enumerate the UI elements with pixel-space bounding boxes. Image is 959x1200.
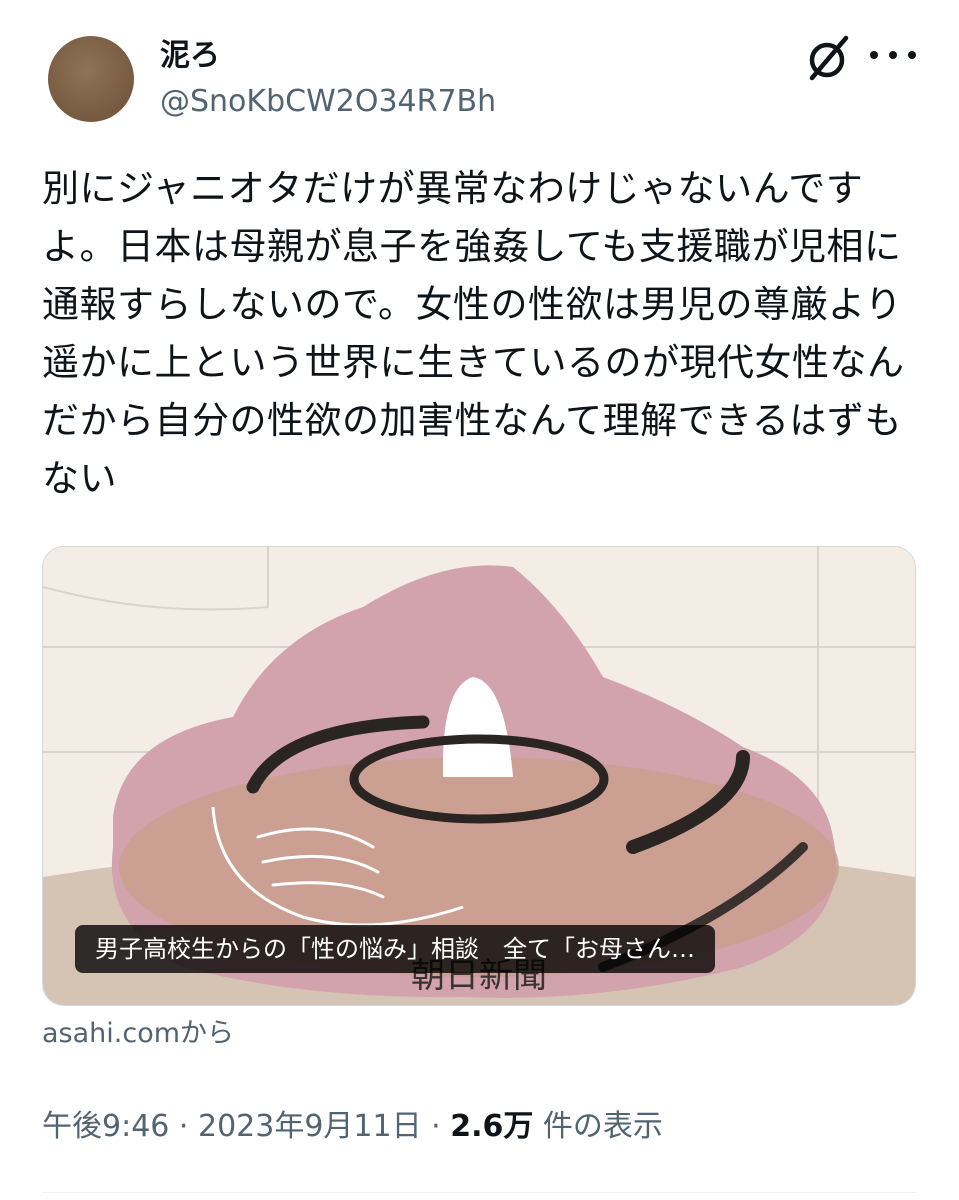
divider (42, 1192, 917, 1193)
dot-icon (889, 51, 897, 59)
display-name[interactable]: 泥ろ (160, 36, 220, 76)
user-handle[interactable]: @SnoKbCW2O34R7Bh (160, 82, 496, 122)
more-icon[interactable] (870, 40, 916, 70)
post-date[interactable]: 2023年9月11日 (198, 1109, 422, 1144)
dot-icon (870, 51, 878, 59)
tweet-text: 別にジャニオタだけが異常なわけじゃないんですよ。日本は母親が息子を強姦しても支援… (42, 167, 905, 500)
card-source-link[interactable]: asahi.comから (42, 1014, 234, 1054)
tweet-meta: 午後9:46 · 2023年9月11日 · 2.6万 件の表示 (42, 1105, 663, 1149)
post-time[interactable]: 午後9:46 (42, 1109, 169, 1144)
avatar[interactable] (48, 36, 134, 122)
dot-icon (908, 51, 916, 59)
grok-icon[interactable] (800, 30, 856, 86)
separator: · (169, 1109, 198, 1144)
card-caption: 男子高校生からの「性の悩み」相談 全て「お母さん… (75, 925, 715, 973)
view-count: 2.6万 (450, 1109, 534, 1144)
separator: · (421, 1109, 451, 1144)
view-label: 件の表示 (533, 1109, 663, 1144)
link-card[interactable]: 朝日新聞 男子高校生からの「性の悩み」相談 全て「お母さん… (42, 546, 916, 1006)
